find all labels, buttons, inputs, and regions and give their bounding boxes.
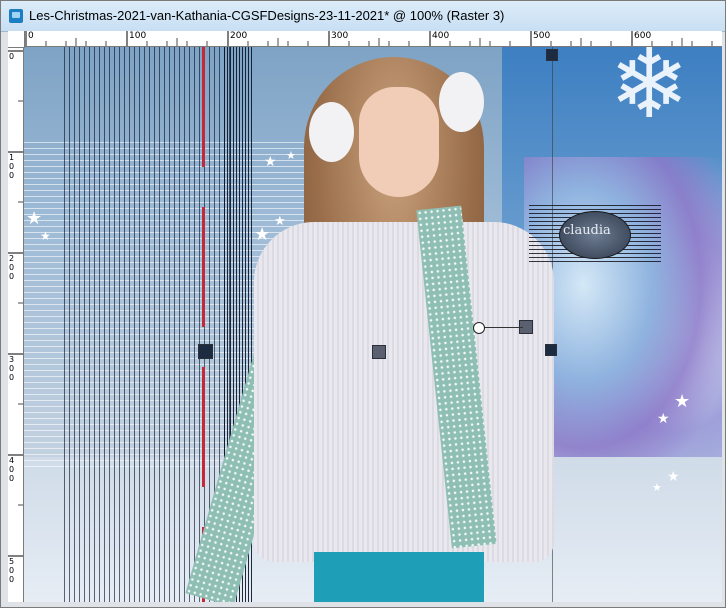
pants xyxy=(314,552,484,602)
image-canvas[interactable]: ❄ ★ ★ ★ ★ ★ ★ ★ ★ ★ ★ claudia xyxy=(24,47,722,602)
star-icon: ★ xyxy=(40,229,51,243)
vruler-label-0: 0 xyxy=(9,52,15,61)
earmuff-right xyxy=(439,72,484,132)
vruler-label-500: 500 xyxy=(9,557,15,584)
woman-figure xyxy=(185,47,554,602)
title-bar[interactable]: Les-Christmas-2021-van-Kathania-CGSFDesi… xyxy=(1,1,725,32)
earmuff-left xyxy=(309,102,354,162)
horizontal-ruler[interactable]: 0 100 200 300 400 500 600 xyxy=(8,31,722,47)
rotation-handle[interactable] xyxy=(473,322,485,334)
transform-handle-left[interactable] xyxy=(198,344,213,359)
window-title: Les-Christmas-2021-van-Kathania-CGSFDesi… xyxy=(29,8,505,23)
rotation-arm xyxy=(483,327,523,328)
face xyxy=(359,87,439,197)
ruler-label-400: 400 xyxy=(432,31,450,41)
transform-handle-center[interactable] xyxy=(372,345,386,359)
sweater xyxy=(254,222,554,562)
red-vertical-guide xyxy=(202,47,205,602)
star-icon: ★ xyxy=(657,410,670,426)
transform-handle-top[interactable] xyxy=(546,49,558,61)
snowflake-icon: ❄ xyxy=(609,47,690,138)
watermark-logo: claudia xyxy=(529,205,661,263)
vruler-label-200: 200 xyxy=(9,254,15,281)
image-document-icon xyxy=(9,9,23,23)
star-icon: ★ xyxy=(26,208,43,228)
ruler-label-200: 200 xyxy=(230,31,248,41)
star-icon: ★ xyxy=(674,391,691,411)
vruler-label-100: 100 xyxy=(9,153,15,180)
watermark-text: claudia xyxy=(563,223,611,238)
ruler-label-500: 500 xyxy=(533,31,551,41)
vruler-label-300: 300 xyxy=(9,355,15,382)
ruler-label-300: 300 xyxy=(331,31,349,41)
ruler-label-600: 600 xyxy=(634,31,652,41)
ruler-label-0: 0 xyxy=(28,31,34,41)
ruler-corner xyxy=(8,31,25,48)
horizontal-ruler-ticks xyxy=(25,31,713,46)
star-icon: ★ xyxy=(667,468,680,484)
transform-handle-guide[interactable] xyxy=(545,344,557,356)
vruler-label-400: 400 xyxy=(9,456,15,483)
ruler-label-100: 100 xyxy=(129,31,147,41)
vertical-ruler[interactable]: 0 100 200 300 400 500 xyxy=(8,46,24,602)
star-icon: ★ xyxy=(652,482,662,494)
vertical-ruler-ticks xyxy=(8,50,23,557)
